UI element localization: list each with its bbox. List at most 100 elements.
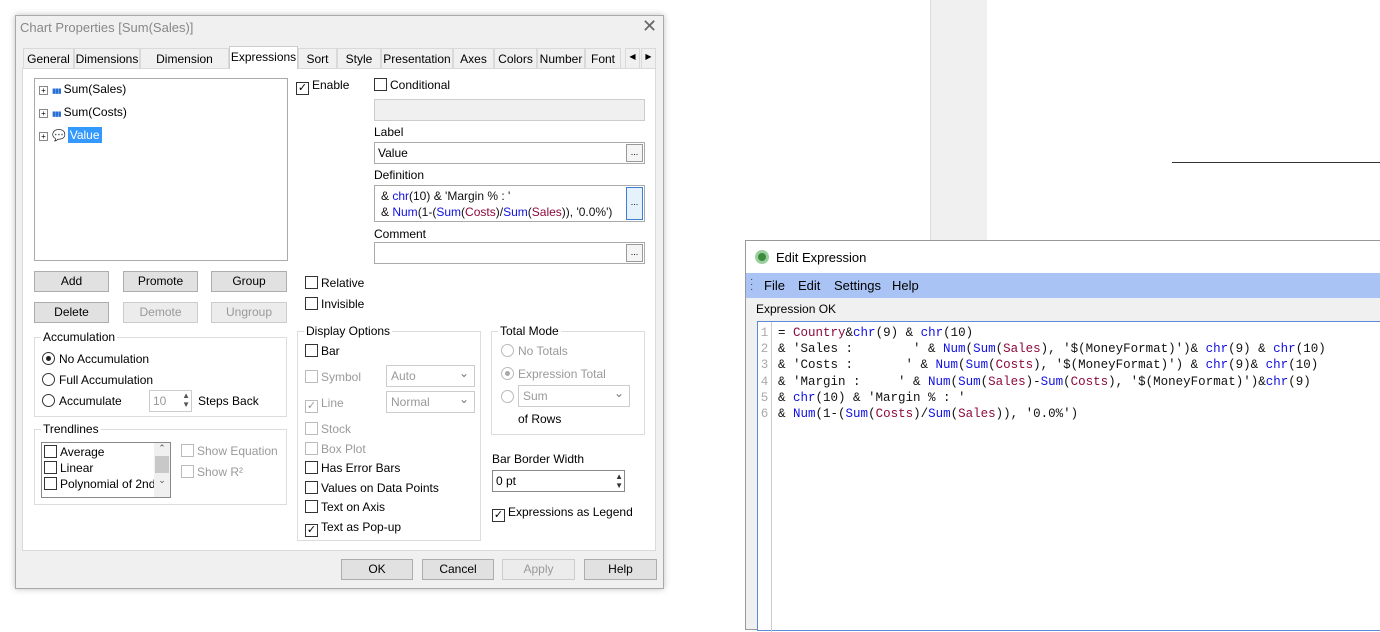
code-token: ), '$(MoneyFormat)') & <box>1033 358 1206 373</box>
menu-file[interactable]: File <box>764 278 785 293</box>
menu-edit[interactable]: Edit <box>798 278 820 293</box>
bar-checkbox[interactable]: Bar <box>305 344 340 358</box>
tab-sort[interactable]: Sort <box>298 48 337 68</box>
box-plot-checkbox[interactable]: Box Plot <box>305 442 366 456</box>
expand-icon[interactable]: + <box>39 132 48 141</box>
checkbox[interactable] <box>44 445 57 458</box>
delete-button[interactable]: Delete <box>34 302 109 323</box>
add-button[interactable]: Add <box>34 271 109 292</box>
group-button[interactable]: Group <box>211 271 287 292</box>
sum-select[interactable]: Sum <box>518 385 630 407</box>
tab-scroll-left[interactable]: ◀ <box>625 48 640 68</box>
tab-dimension-limits[interactable]: Dimension Limits <box>140 48 229 80</box>
code-token: chr <box>392 189 410 203</box>
tab-scroll-right[interactable]: ▶ <box>641 48 656 68</box>
error-bars-checkbox[interactable]: Has Error Bars <box>305 461 400 475</box>
code-token: Sales <box>988 374 1026 389</box>
label-input[interactable]: Value... <box>374 142 645 164</box>
help-button[interactable]: Help <box>584 559 657 580</box>
steps-back-label: Steps Back <box>198 394 259 408</box>
tab-colors[interactable]: Colors <box>494 48 537 68</box>
checkbox[interactable] <box>44 477 57 490</box>
tab-dimensions[interactable]: Dimensions <box>74 48 140 68</box>
show-equation-checkbox[interactable]: Show Equation <box>181 444 278 458</box>
of-rows-label: of Rows <box>518 412 562 426</box>
ungroup-button[interactable]: Ungroup <box>211 302 287 323</box>
show-r2-checkbox[interactable]: Show R² <box>181 465 243 479</box>
accumulate-radio[interactable]: Accumulate <box>42 394 122 408</box>
relative-checkbox[interactable]: Relative <box>305 276 364 290</box>
tab-expressions[interactable]: Expressions <box>229 46 298 69</box>
close-icon[interactable]: ✕ <box>642 16 657 37</box>
text-popup-checkbox[interactable]: ✓ Text as Pop-up <box>305 520 401 537</box>
comment-ellipsis-button[interactable]: ... <box>626 244 643 262</box>
code-line: = Country&chr(9) & chr(10) <box>778 325 1326 341</box>
code-token: & <box>778 407 794 422</box>
display-options-title: Display Options <box>304 324 393 338</box>
expressions-legend-checkbox[interactable]: ✓ Expressions as Legend <box>492 505 633 522</box>
demote-button[interactable]: Demote <box>123 302 198 323</box>
code-token: & <box>778 390 794 405</box>
code-line: & chr(10) & 'Margin % : ' <box>381 188 638 204</box>
definition-input[interactable]: & chr(10) & 'Margin % : ' & Num(1-(Sum(Co… <box>374 185 645 222</box>
conditional-checkbox[interactable]: Conditional <box>374 78 450 92</box>
apply-button[interactable]: Apply <box>502 559 575 580</box>
line-select[interactable]: Normal <box>386 391 475 413</box>
code-token: Costs <box>875 407 914 422</box>
scrollbar[interactable]: ⌃ ⌄ <box>154 443 170 497</box>
code-token: ), '$(MoneyFormat)')& <box>1040 342 1206 357</box>
checkbox[interactable] <box>44 461 57 474</box>
text-on-axis-checkbox[interactable]: Text on Axis <box>305 500 385 514</box>
expression-total-radio[interactable]: Expression Total <box>501 367 606 381</box>
ellipsis-button[interactable]: ... <box>626 144 643 162</box>
promote-button[interactable]: Promote <box>123 271 198 292</box>
spinner-icon[interactable]: ▲ ▼ <box>615 472 623 490</box>
trendline-label: Linear <box>60 461 94 475</box>
trendline-checkbox[interactable]: Polynomial of 2nd d <box>44 476 168 492</box>
conditional-input[interactable] <box>374 99 645 121</box>
bar-border-input[interactable]: 0 pt ▲ ▼ <box>492 470 625 492</box>
symbol-checkbox[interactable]: Symbol <box>305 370 361 384</box>
enable-checkbox[interactable]: ✓ Enable <box>296 78 349 95</box>
cancel-button[interactable]: Cancel <box>422 559 494 580</box>
trendline-label: Polynomial of 2nd d <box>60 477 166 491</box>
code-token: )), '0.0%') <box>561 205 613 219</box>
tab-number[interactable]: Number <box>537 48 585 68</box>
trendlines-list[interactable]: Average Linear Polynomial of 2nd d ⌃ ⌄ <box>41 442 171 498</box>
tab-general[interactable]: General <box>23 48 74 68</box>
accumulation-group: Accumulation No Accumulation Full Accumu… <box>34 330 287 417</box>
code-token: (9) <box>1288 374 1311 389</box>
tab-font[interactable]: Font <box>585 48 621 68</box>
menu-settings[interactable]: Settings <box>834 278 881 293</box>
comment-input[interactable]: ... <box>374 242 645 264</box>
code-token: Costs <box>1070 374 1109 389</box>
sum-radio[interactable] <box>501 390 518 404</box>
no-totals-radio[interactable]: No Totals <box>501 344 568 358</box>
line-checkbox[interactable]: ✓ Line <box>305 396 344 413</box>
values-on-points-checkbox[interactable]: Values on Data Points <box>305 481 439 495</box>
code-text[interactable]: = Country&chr(9) & chr(10) & 'Sales : ' &… <box>778 325 1326 422</box>
invisible-checkbox[interactable]: Invisible <box>305 297 364 311</box>
stock-checkbox[interactable]: Stock <box>305 422 351 436</box>
trendline-checkbox[interactable]: Average <box>44 444 168 460</box>
code-token: Costs <box>995 358 1034 373</box>
trendline-checkbox[interactable]: Linear <box>44 460 168 476</box>
ok-button[interactable]: OK <box>341 559 413 580</box>
expression-item[interactable]: + ▮▮▮ Sum(Costs) <box>39 102 127 125</box>
expression-item[interactable]: + ▮▮▮ Sum(Sales) <box>39 79 127 102</box>
symbol-select[interactable]: Auto <box>386 365 475 387</box>
menu-help[interactable]: Help <box>892 278 919 293</box>
tab-presentation[interactable]: Presentation <box>381 48 453 68</box>
expression-editor[interactable]: 123456 = Country&chr(9) & chr(10) & 'Sale… <box>757 321 1380 632</box>
no-accumulation-radio[interactable]: No Accumulation <box>42 352 149 366</box>
tab-style[interactable]: Style <box>337 48 381 68</box>
tab-axes[interactable]: Axes <box>453 48 494 68</box>
full-accumulation-radio[interactable]: Full Accumulation <box>42 373 153 387</box>
code-token: Sum <box>436 205 462 219</box>
expand-icon[interactable]: + <box>39 86 48 95</box>
definition-ellipsis-button[interactable]: ... <box>626 187 643 220</box>
code-token: )), '0.0%') <box>995 407 1079 422</box>
expression-item[interactable]: + 💬 Value <box>39 125 127 146</box>
expand-icon[interactable]: + <box>39 109 48 118</box>
steps-back-input[interactable]: 10 ▲ ▼ <box>149 390 192 412</box>
